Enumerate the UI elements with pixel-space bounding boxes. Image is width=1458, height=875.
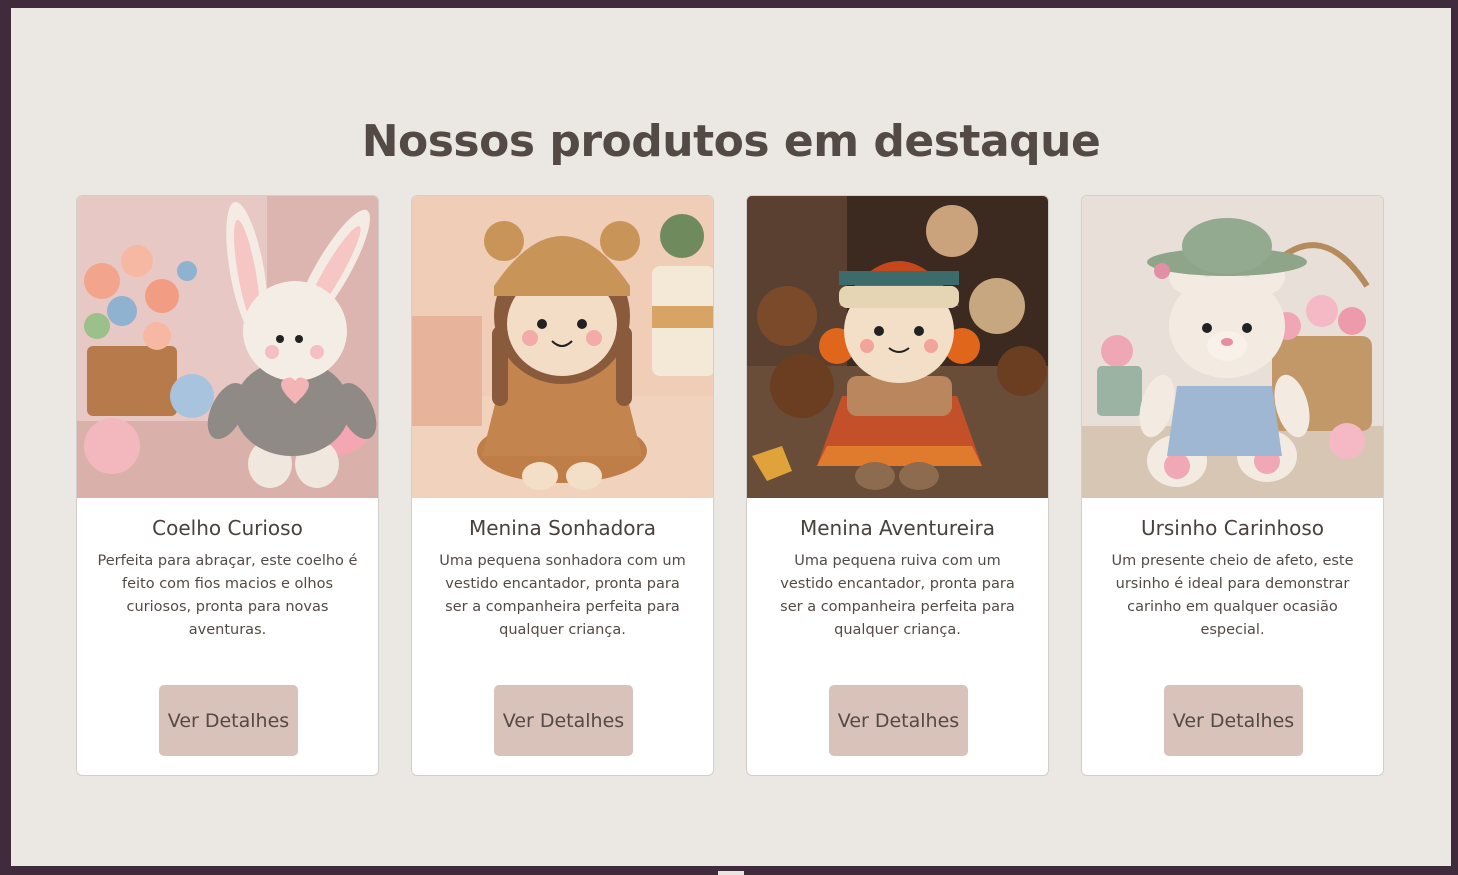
- product-name: Menina Aventureira: [799, 516, 996, 540]
- product-description: Uma pequena sonhadora com um vestido enc…: [439, 553, 686, 638]
- crochet-teddy-bear-image: [1082, 196, 1383, 498]
- product-description: Perfeita para abraçar, este coelho é fei…: [97, 553, 358, 638]
- page: Nossos produtos em destaque Coelho Curio…: [11, 8, 1451, 866]
- product-card: Ursinho Carinhoso Um presente cheio de a…: [1081, 195, 1384, 776]
- product-description: Um presente cheio de afeto, este ursinho…: [1111, 553, 1354, 638]
- product-card: Menina Sonhadora Uma pequena sonhadora c…: [411, 195, 714, 776]
- section-heading: Nossos produtos em destaque: [361, 116, 1101, 167]
- product-name: Menina Sonhadora: [468, 516, 657, 540]
- product-description: Uma pequena ruiva com um vestido encanta…: [780, 553, 1015, 638]
- product-card: Menina Aventureira Uma pequena ruiva com…: [746, 195, 1049, 776]
- view-details-button[interactable]: Ver Detalhes: [1164, 685, 1303, 756]
- crochet-girl-doll-image: [412, 196, 713, 498]
- crochet-redhead-doll-image: [747, 196, 1048, 498]
- product-name: Coelho Curioso: [152, 516, 303, 540]
- crochet-bunny-image: [77, 196, 378, 498]
- view-details-button[interactable]: Ver Detalhes: [159, 685, 298, 756]
- view-details-button[interactable]: Ver Detalhes: [494, 685, 633, 756]
- product-card: Coelho Curioso Perfeita para abraçar, es…: [76, 195, 379, 776]
- product-name: Ursinho Carinhoso: [1140, 516, 1325, 540]
- bottom-edge-tab: [718, 871, 744, 875]
- view-details-button[interactable]: Ver Detalhes: [829, 685, 968, 756]
